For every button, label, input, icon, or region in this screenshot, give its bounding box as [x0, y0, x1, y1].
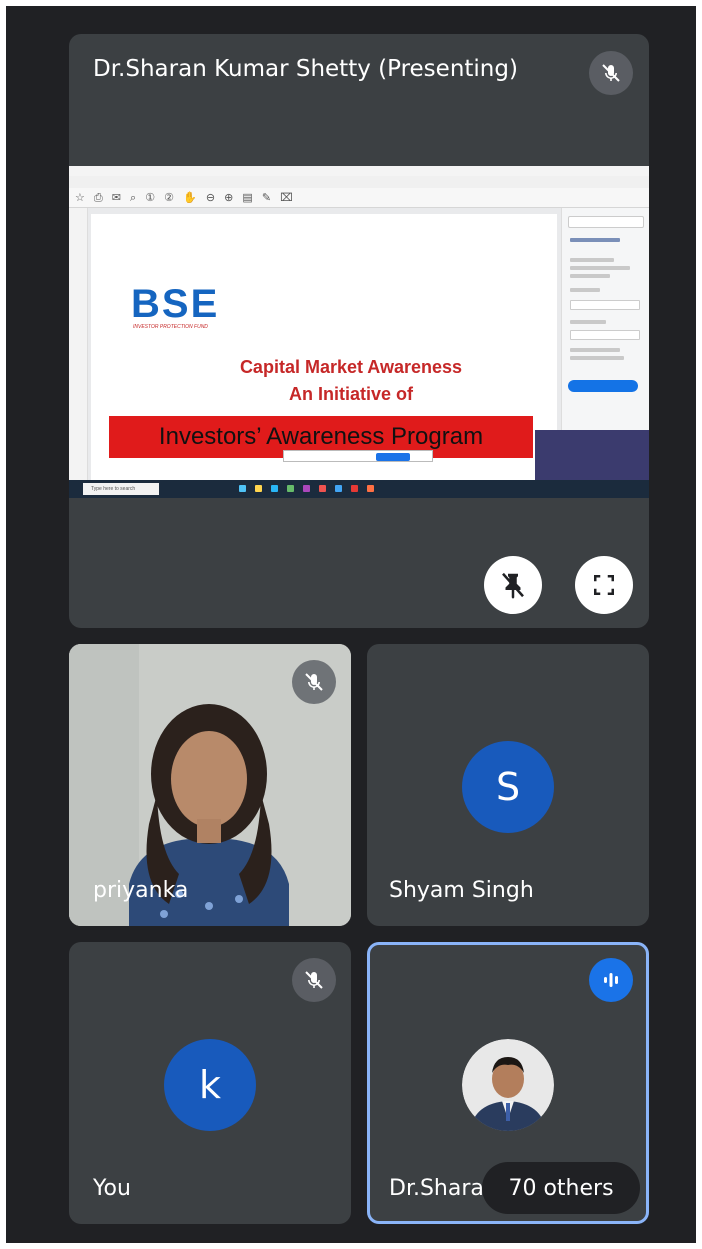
slide-line-2: An Initiative of	[288, 384, 413, 404]
pdf-left-rail	[69, 208, 88, 480]
participant-name: Dr.Shara	[389, 1176, 484, 1201]
shared-screen: ☆ ⎙ ✉ ⌕ ① ② ✋ ⊖ ⊕ ▤ ✎ ⌧ BSE INVESTOR PRO…	[69, 166, 649, 498]
slide-corner-block	[535, 430, 649, 480]
fullscreen-icon	[594, 575, 614, 595]
panel-line	[570, 274, 610, 278]
priyanka-mic-off-icon	[292, 660, 336, 704]
speaking-indicator-icon	[589, 958, 633, 1002]
bse-logo: BSE	[131, 282, 220, 326]
panel-line	[570, 330, 640, 340]
taskbar-app-icon	[319, 485, 326, 492]
unpin-icon	[502, 572, 524, 599]
participant-name: You	[93, 1176, 131, 1201]
taskbar-app-icon	[335, 485, 342, 492]
windows-taskbar: Type here to search	[69, 480, 649, 498]
taskbar-search: Type here to search	[83, 483, 159, 495]
panel-search-field	[568, 216, 644, 228]
panel-line	[570, 266, 630, 270]
others-count-button[interactable]: 70 others	[482, 1162, 640, 1214]
presenter-title: Dr.Sharan Kumar Shetty (Presenting)	[93, 56, 518, 82]
bse-logo-tagline: INVESTOR PROTECTION FUND	[133, 324, 208, 330]
taskbar-app-icon	[367, 485, 374, 492]
fullscreen-button[interactable]	[575, 556, 633, 614]
avatar: S	[462, 741, 554, 833]
panel-line	[570, 258, 614, 262]
panel-line	[570, 300, 640, 310]
panel-line	[570, 356, 624, 360]
presenter-mic-off-icon	[589, 51, 633, 95]
you-mic-off-icon	[292, 958, 336, 1002]
avatar: k	[164, 1039, 256, 1131]
app-toolbar: ☆ ⎙ ✉ ⌕ ① ② ✋ ⊖ ⊕ ▤ ✎ ⌧	[69, 188, 649, 208]
participant-name: Shyam Singh	[389, 878, 534, 903]
sharing-toast	[283, 450, 433, 462]
taskbar-app-icon	[287, 485, 294, 492]
participant-name: priyanka	[93, 878, 189, 903]
panel-line	[570, 348, 620, 352]
taskbar-app-icon	[303, 485, 310, 492]
taskbar-app-icon	[271, 485, 278, 492]
taskbar-app-icon	[239, 485, 246, 492]
unpin-button[interactable]	[484, 556, 542, 614]
panel-line	[570, 320, 606, 324]
avatar	[462, 1039, 554, 1131]
taskbar-app-icon	[255, 485, 262, 492]
panel-line	[570, 238, 620, 242]
app-titlebar	[69, 166, 649, 176]
app-tabbar	[69, 176, 649, 188]
taskbar-app-icon	[351, 485, 358, 492]
slide-line-1: Capital Market Awareness	[239, 357, 463, 377]
panel-line	[570, 288, 600, 292]
panel-convert-button	[568, 380, 638, 392]
